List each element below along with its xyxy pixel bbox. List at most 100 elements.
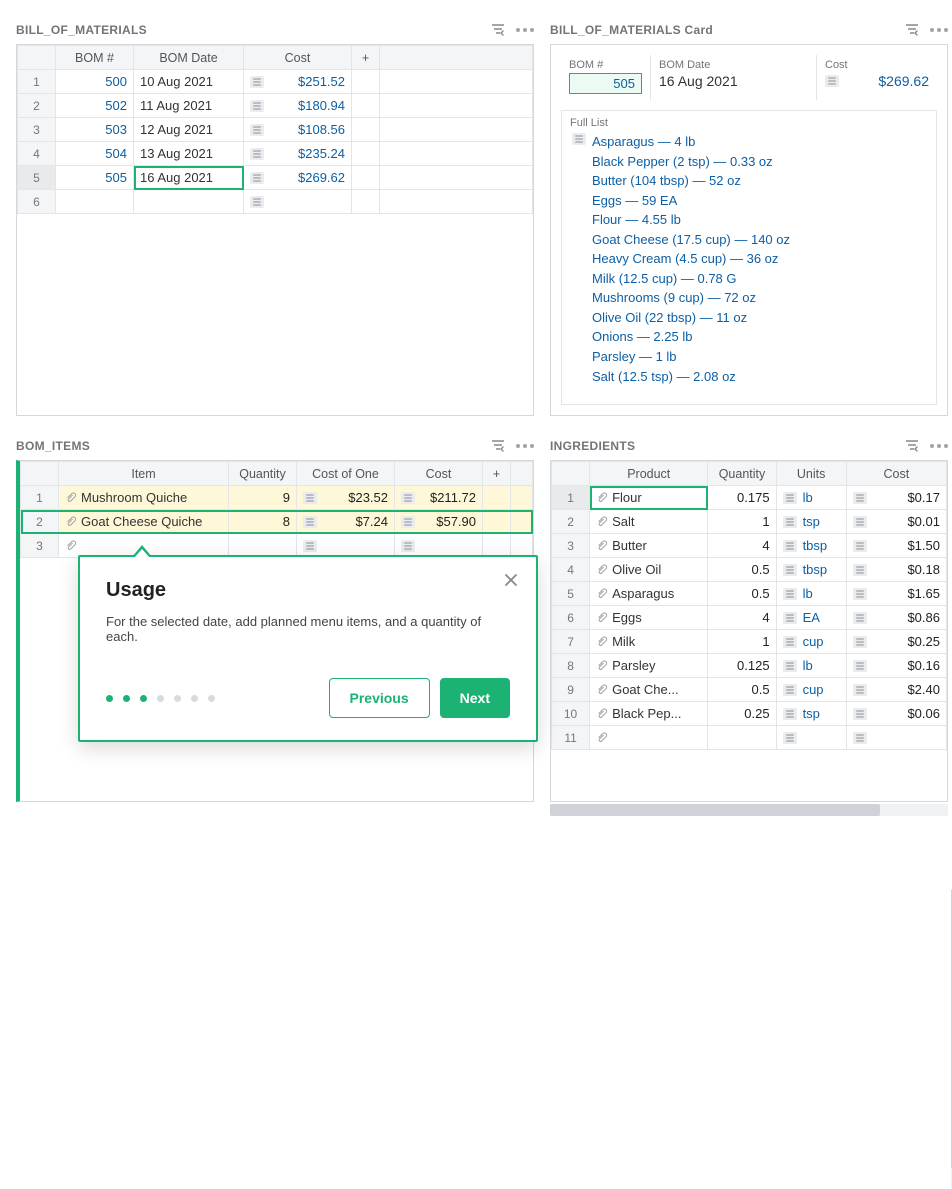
- table-row[interactable]: 550516 Aug 2021$269.62: [18, 166, 533, 190]
- record-icon: [853, 732, 867, 744]
- card-title: BILL_OF_MATERIALS Card: [550, 23, 713, 37]
- list-item[interactable]: Olive Oil (22 tbsp) — 11 oz: [570, 309, 928, 327]
- record-icon: [401, 540, 415, 552]
- list-item[interactable]: Asparagus — 4 lb: [570, 133, 928, 151]
- col-bom-cost[interactable]: Cost: [244, 46, 352, 70]
- record-icon: [303, 540, 317, 552]
- more-icon[interactable]: [516, 28, 534, 32]
- table-row[interactable]: 1Mushroom Quiche9$23.52$211.72: [21, 486, 533, 510]
- items-grid[interactable]: Item Quantity Cost of One Cost + 1Mushro…: [20, 461, 533, 558]
- record-icon: [783, 588, 797, 600]
- list-item[interactable]: Parsley — 1 lb: [570, 348, 928, 366]
- more-icon[interactable]: [930, 444, 948, 448]
- filter-icon[interactable]: [904, 438, 920, 454]
- list-item[interactable]: Goat Cheese (17.5 cup) — 140 oz: [570, 231, 928, 249]
- card-date-label: BOM Date: [659, 59, 808, 71]
- col-add[interactable]: +: [483, 462, 511, 486]
- col-qty[interactable]: Quantity: [708, 462, 776, 486]
- table-row[interactable]: 6Eggs4EA$0.86: [552, 606, 947, 630]
- hscrollbar[interactable]: [550, 804, 948, 816]
- card-cost-value: $269.62: [878, 73, 929, 89]
- table-row[interactable]: 8Parsley0.125lb$0.16: [552, 654, 947, 678]
- col-qty[interactable]: Quantity: [229, 462, 297, 486]
- more-icon[interactable]: [516, 444, 534, 448]
- table-row[interactable]: 4Olive Oil0.5tbsp$0.18: [552, 558, 947, 582]
- col-costone[interactable]: Cost of One: [297, 462, 395, 486]
- record-icon: [853, 660, 867, 672]
- col-bom-no[interactable]: BOM #: [56, 46, 134, 70]
- table-row[interactable]: 5Asparagus0.5lb$1.65: [552, 582, 947, 606]
- more-icon[interactable]: [930, 28, 948, 32]
- card-bomno-label: BOM #: [569, 59, 642, 71]
- record-icon: [250, 100, 264, 112]
- record-icon: [783, 708, 797, 720]
- table-row[interactable]: 150010 Aug 2021$251.52: [18, 70, 533, 94]
- record-icon: [783, 660, 797, 672]
- filter-icon[interactable]: [490, 22, 506, 38]
- table-row[interactable]: 7Milk1cup$0.25: [552, 630, 947, 654]
- usage-popover: Usage For the selected date, add planned…: [78, 555, 538, 742]
- bom-grid[interactable]: BOM # BOM Date Cost + 150010 Aug 2021$25…: [17, 45, 533, 214]
- table-row[interactable]: 3Butter4tbsp$1.50: [552, 534, 947, 558]
- next-button[interactable]: Next: [440, 678, 510, 718]
- record-icon: [853, 684, 867, 696]
- record-icon: [401, 492, 415, 504]
- record-icon: [783, 612, 797, 624]
- list-item[interactable]: Flour — 4.55 lb: [570, 211, 928, 229]
- record-icon: [853, 492, 867, 504]
- record-icon: [783, 492, 797, 504]
- col-cost[interactable]: Cost: [846, 462, 946, 486]
- list-item[interactable]: Milk (12.5 cup) — 0.78 G: [570, 270, 928, 288]
- card-fields: BOM # 505 BOM Date 16 Aug 2021 Cost $269…: [561, 55, 937, 100]
- record-icon: [783, 516, 797, 528]
- previous-button[interactable]: Previous: [329, 678, 430, 718]
- table-row[interactable]: 2Goat Cheese Quiche8$7.24$57.90: [21, 510, 533, 534]
- record-icon: [401, 516, 415, 528]
- table-row[interactable]: 11: [552, 726, 947, 750]
- record-icon: [783, 564, 797, 576]
- col-bom-date[interactable]: BOM Date: [134, 46, 244, 70]
- ing-title: INGREDIENTS: [550, 439, 635, 453]
- table-row[interactable]: 3: [21, 534, 533, 558]
- record-icon: [783, 540, 797, 552]
- table-row[interactable]: 1Flour0.175lb$0.17: [552, 486, 947, 510]
- full-list-label: Full List: [570, 117, 928, 129]
- list-item[interactable]: Mushrooms (9 cup) — 72 oz: [570, 289, 928, 307]
- record-icon: [853, 708, 867, 720]
- list-item[interactable]: Heavy Cream (4.5 cup) — 36 oz: [570, 250, 928, 268]
- col-add[interactable]: +: [352, 46, 380, 70]
- table-row[interactable]: 350312 Aug 2021$108.56: [18, 118, 533, 142]
- record-icon: [853, 540, 867, 552]
- record-icon: [853, 588, 867, 600]
- card-date-value[interactable]: 16 Aug 2021: [659, 73, 738, 89]
- ing-grid[interactable]: Product Quantity Units Cost 1Flour0.175l…: [551, 461, 947, 750]
- record-icon: [303, 492, 317, 504]
- list-item[interactable]: Black Pepper (2 tsp) — 0.33 oz: [570, 153, 928, 171]
- col-cost[interactable]: Cost: [395, 462, 483, 486]
- record-icon: [250, 76, 264, 88]
- record-icon: [853, 636, 867, 648]
- table-row[interactable]: 450413 Aug 2021$235.24: [18, 142, 533, 166]
- list-item[interactable]: Butter (104 tbsp) — 52 oz: [570, 172, 928, 190]
- bom-panel: BILL_OF_MATERIALS BOM # BOM Date Cost: [16, 16, 534, 416]
- card-bomno-value[interactable]: 505: [569, 73, 642, 94]
- record-icon: [303, 516, 317, 528]
- col-item[interactable]: Item: [59, 462, 229, 486]
- list-item[interactable]: Salt (12.5 tsp) — 2.08 oz: [570, 368, 928, 386]
- table-row[interactable]: 2Salt1tsp$0.01: [552, 510, 947, 534]
- col-product[interactable]: Product: [590, 462, 708, 486]
- close-icon[interactable]: [502, 571, 520, 592]
- filter-icon[interactable]: [904, 22, 920, 38]
- items-title: BOM_ITEMS: [16, 439, 90, 453]
- col-units[interactable]: Units: [776, 462, 846, 486]
- record-icon: [783, 636, 797, 648]
- list-item[interactable]: Onions — 2.25 lb: [570, 328, 928, 346]
- table-row[interactable]: 9Goat Che...0.5cup$2.40: [552, 678, 947, 702]
- full-list: Asparagus — 4 lb Black Pepper (2 tsp) — 0…: [570, 133, 928, 385]
- table-row[interactable]: 250211 Aug 2021$180.94: [18, 94, 533, 118]
- record-icon: [783, 684, 797, 696]
- table-row[interactable]: 6: [18, 190, 533, 214]
- list-item[interactable]: Eggs — 59 EA: [570, 192, 928, 210]
- filter-icon[interactable]: [490, 438, 506, 454]
- table-row[interactable]: 10Black Pep...0.25tsp$0.06: [552, 702, 947, 726]
